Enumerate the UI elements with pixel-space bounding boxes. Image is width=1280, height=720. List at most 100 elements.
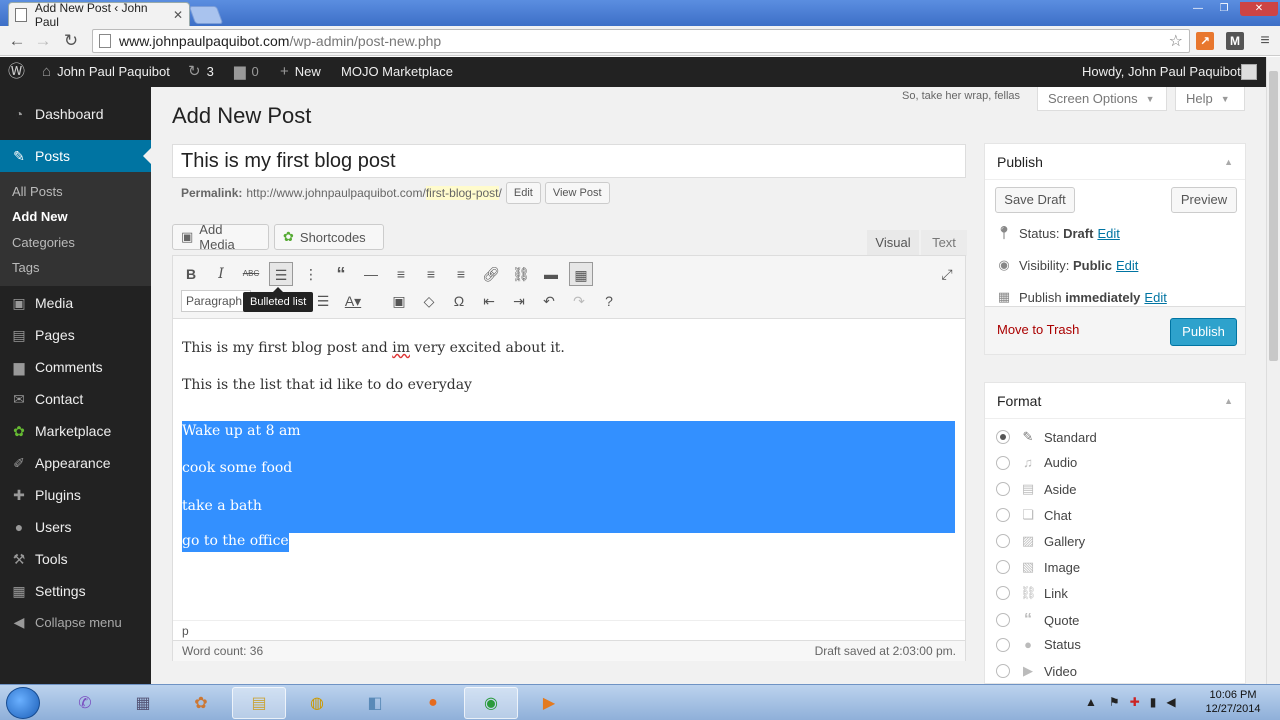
submenu-categories[interactable]: Categories	[12, 235, 75, 250]
web-app-icon[interactable]: ◍	[290, 687, 344, 719]
file-explorer-icon[interactable]: ▤	[232, 687, 286, 719]
radio[interactable]	[996, 455, 1010, 470]
forward-icon[interactable]: →	[32, 30, 54, 52]
tab-visual[interactable]: Visual	[867, 230, 919, 256]
sidebar-item-media[interactable]: ▣ Media	[0, 287, 151, 319]
media-player-icon[interactable]: ▶	[522, 687, 576, 719]
indent-icon[interactable]: ⇥	[507, 289, 531, 313]
read-more-icon[interactable]: ▬	[539, 262, 563, 286]
paste-as-text-icon[interactable]: ▣	[387, 289, 411, 313]
format-option-link[interactable]: ⛓ Link	[996, 585, 1068, 601]
text-color-icon[interactable]: A▾	[341, 289, 365, 313]
chrome-icon[interactable]: ◉	[464, 687, 518, 719]
format-option-audio[interactable]: ♫ Audio	[996, 455, 1077, 470]
insert-link-icon[interactable]: 🔗︎	[479, 262, 503, 286]
bookmark-star-icon[interactable]: ☆	[1169, 31, 1183, 51]
calculator-icon[interactable]: ▦	[116, 687, 170, 719]
radio[interactable]	[996, 613, 1010, 627]
sidebar-item-marketplace[interactable]: ✿ Marketplace	[0, 415, 151, 447]
help-button[interactable]: Help ▼	[1175, 87, 1245, 111]
my-account-link[interactable]: Howdy, John Paul Paquibot	[1082, 57, 1241, 87]
clear-formatting-icon[interactable]: ◇	[417, 289, 441, 313]
collapse-menu-button[interactable]: ◀ Collapse menu	[0, 606, 151, 638]
undo-icon[interactable]: ↶	[537, 289, 561, 313]
antivirus-icon[interactable]: ✚	[1130, 695, 1140, 709]
chrome-menu-icon[interactable]: ≡	[1254, 30, 1276, 52]
firefox-icon[interactable]: ●	[406, 687, 460, 719]
page-scrollbar[interactable]	[1266, 57, 1280, 684]
format-option-quote[interactable]: “ Quote	[996, 611, 1079, 629]
publish-box-header[interactable]: Publish ▲	[985, 144, 1245, 180]
tab-text[interactable]: Text	[921, 230, 967, 256]
special-character-icon[interactable]: Ω	[447, 289, 471, 313]
format-option-standard[interactable]: ✎ Standard	[996, 429, 1097, 445]
new-tab-button[interactable]	[188, 6, 224, 24]
blockquote-icon[interactable]: “	[329, 262, 353, 286]
radio[interactable]	[996, 586, 1010, 600]
justify-icon[interactable]: ☰	[311, 289, 335, 313]
window-close-icon[interactable]: ✕	[1240, 2, 1278, 16]
extension-gmail-icon[interactable]: M	[1226, 32, 1244, 50]
edit-visibility-link[interactable]: Edit	[1116, 258, 1138, 273]
italic-icon[interactable]: I	[209, 262, 233, 286]
publish-button[interactable]: Publish	[1170, 318, 1237, 346]
new-content-link[interactable]: + New	[280, 57, 321, 87]
add-media-button[interactable]: ▣ Add Media	[172, 222, 269, 252]
browser-tab[interactable]: Add New Post ‹ John Paul ✕	[8, 1, 190, 29]
format-option-aside[interactable]: ▤ Aside	[996, 481, 1077, 497]
sidebar-item-plugins[interactable]: ✚ Plugins	[0, 479, 151, 511]
sidebar-item-users[interactable]: ● Users	[0, 511, 151, 543]
radio[interactable]	[996, 664, 1010, 678]
radio[interactable]	[996, 637, 1010, 652]
volume-icon[interactable]: ◀	[1166, 695, 1175, 709]
radio-selected[interactable]	[996, 430, 1010, 444]
extension-chart-icon[interactable]: ↗	[1196, 32, 1214, 50]
submenu-tags[interactable]: Tags	[12, 260, 39, 275]
scrollbar-thumb[interactable]	[1269, 71, 1278, 361]
format-option-video[interactable]: ▶ Video	[996, 663, 1077, 679]
minimize-icon[interactable]: —	[1186, 2, 1210, 16]
preview-button[interactable]: Preview	[1171, 187, 1237, 213]
align-center-icon[interactable]: ≡	[419, 262, 443, 286]
reload-icon[interactable]: ↻	[60, 30, 82, 52]
format-option-gallery[interactable]: ▨ Gallery	[996, 533, 1085, 549]
help-icon[interactable]: ?	[597, 289, 621, 313]
sidebar-item-dashboard[interactable]: ◔ Dashboard	[0, 98, 151, 130]
remove-link-icon[interactable]: ⛓	[509, 262, 533, 286]
notepad-icon[interactable]: ◧	[348, 687, 402, 719]
horizontal-line-icon[interactable]: —	[359, 262, 383, 286]
viber-icon[interactable]: ✆	[58, 687, 112, 719]
avatar[interactable]	[1241, 64, 1257, 80]
format-box-header[interactable]: Format ▲	[985, 383, 1245, 419]
back-icon[interactable]: ←	[6, 30, 28, 52]
address-bar[interactable]: www.johnpaulpaquibot.com /wp-admin/post-…	[92, 29, 1190, 53]
site-name-link[interactable]: ⌂ John Paul Paquibot	[42, 57, 170, 87]
submenu-add-new[interactable]: Add New	[12, 209, 68, 224]
sidebar-item-posts[interactable]: ✎ Posts	[0, 140, 151, 172]
permalink-slug[interactable]: first-blog-post	[425, 186, 499, 200]
pineapple-app-icon[interactable]: ✿	[174, 687, 228, 719]
clock[interactable]: 10:06 PM 12/27/2014	[1200, 688, 1266, 716]
align-left-icon[interactable]: ≡	[389, 262, 413, 286]
format-option-image[interactable]: ▧ Image	[996, 559, 1080, 575]
collapse-arrow-icon[interactable]: ▲	[1224, 383, 1233, 419]
edit-schedule-link[interactable]: Edit	[1144, 290, 1166, 305]
post-title-input[interactable]: This is my first blog post	[172, 144, 966, 178]
format-option-chat[interactable]: ❏ Chat	[996, 507, 1071, 523]
view-post-button[interactable]: View Post	[544, 182, 610, 204]
toolbar-toggle-icon[interactable]: ▦	[569, 262, 593, 286]
close-tab-icon[interactable]: ✕	[173, 8, 183, 22]
paragraph-format-select[interactable]: Paragraph	[181, 290, 251, 312]
updates-link[interactable]: ↻ 3	[188, 57, 214, 87]
start-button[interactable]	[6, 687, 40, 719]
flag-icon[interactable]: ⚑	[1109, 695, 1120, 709]
radio[interactable]	[996, 534, 1010, 548]
mojo-marketplace-link[interactable]: MOJO Marketplace	[341, 57, 453, 87]
numbered-list-icon[interactable]: ⋮	[299, 262, 323, 286]
signal-icon[interactable]: ▮	[1150, 695, 1157, 709]
wordpress-logo-icon[interactable]: Ⓦ	[8, 57, 31, 87]
move-to-trash-link[interactable]: Move to Trash	[997, 322, 1079, 337]
editor-content-area[interactable]: This is my first blog post and im very e…	[173, 320, 965, 620]
shortcodes-button[interactable]: ✿ Shortcodes	[274, 224, 384, 250]
outdent-icon[interactable]: ⇤	[477, 289, 501, 313]
